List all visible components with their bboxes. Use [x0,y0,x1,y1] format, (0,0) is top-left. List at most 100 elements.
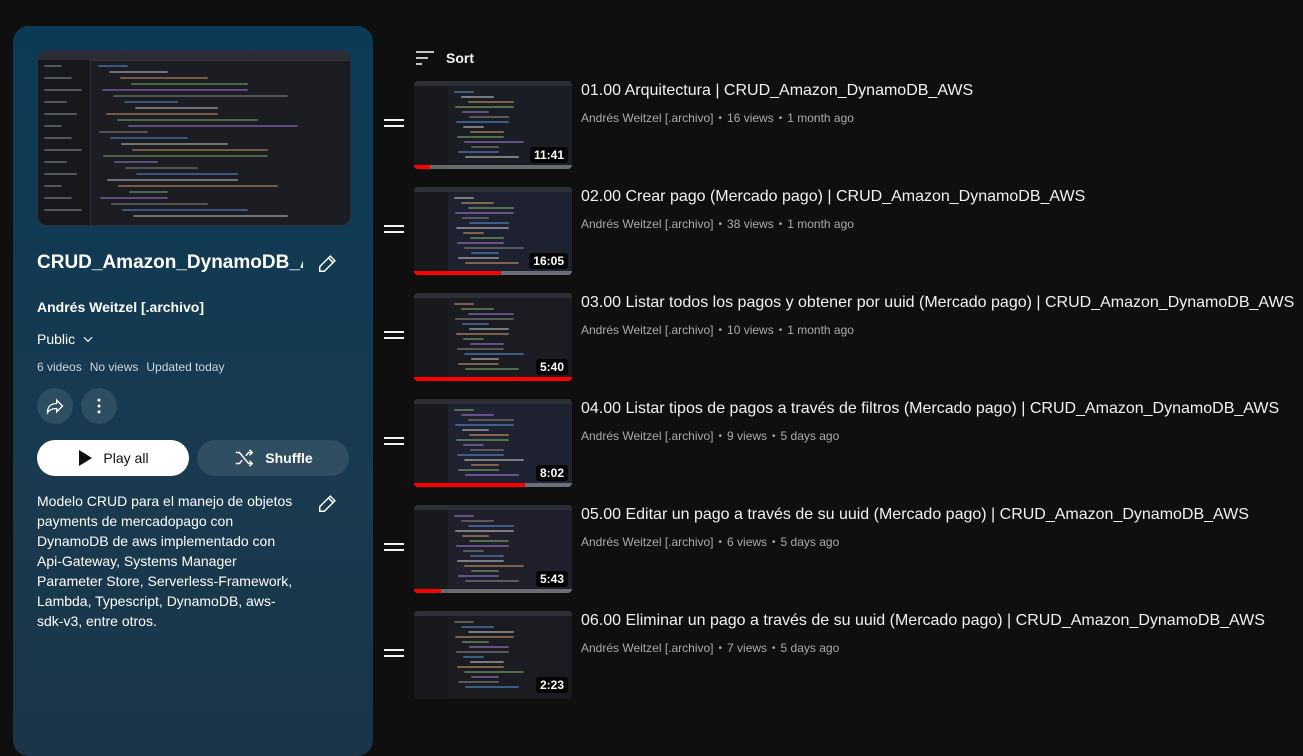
video-channel[interactable]: Andrés Weitzel [.archivo] [581,111,714,125]
thumbnail-code-line [120,77,208,79]
meta-separator: • [778,112,783,124]
thumbnail-code-line [454,91,474,93]
thumbnail-code-line [463,550,484,552]
drag-handle-icon[interactable] [384,649,404,663]
thumbnail-code-line [118,185,278,187]
thumbnail-sidebar [414,192,448,275]
thumbnail-code-line [468,313,514,315]
sort-icon [416,51,434,65]
drag-handle-icon[interactable] [384,543,404,557]
privacy-dropdown[interactable]: Public [37,331,95,347]
thumbnail-sidebar [414,404,448,487]
video-title[interactable]: 04.00 Listar tipos de pagos a través de … [581,400,1279,418]
updated-date: Updated today [146,360,225,374]
playlist-video-row[interactable]: 11:41 01.00 Arquitectura | CRUD_Amazon_D… [384,81,1294,173]
video-title[interactable]: 01.00 Arquitectura | CRUD_Amazon_DynamoD… [581,82,973,100]
thumbnail-code-line [455,212,514,214]
more-actions-button[interactable] [81,388,117,424]
video-channel[interactable]: Andrés Weitzel [.archivo] [581,429,714,443]
video-thumbnail[interactable]: 2:23 [414,611,572,699]
thumbnail-code-line [469,328,509,330]
thumbnail-code-line [470,661,504,663]
thumbnail-code-line [456,545,509,547]
playlist-video-row[interactable]: 8:02 04.00 Listar tipos de pagos a travé… [384,399,1294,491]
thumbnail-code-line [114,161,158,163]
video-age: 5 days ago [780,641,840,655]
video-title[interactable]: 02.00 Crear pago (Mercado pago) | CRUD_A… [581,188,1085,206]
thumbnail-code-line [463,338,484,340]
video-title[interactable]: 05.00 Editar un pago a través de su uuid… [581,506,1249,524]
thumbnail-code-line [457,560,504,562]
video-meta: Andrés Weitzel [.archivo] • 6 views • 5 … [581,535,839,549]
thumbnail-code-line [454,515,474,517]
thumbnail-code-line [468,419,514,421]
video-thumbnail[interactable]: 16:05 [414,187,572,275]
thumbnail-file-entry [44,113,77,115]
playlist-video-row[interactable]: 2:23 06.00 Eliminar un pago a través de … [384,611,1294,703]
video-title[interactable]: 03.00 Listar todos los pagos y obtener p… [581,294,1294,312]
thumbnail-file-entry [44,125,62,127]
edit-description-icon[interactable] [317,492,339,514]
playlist-video-row[interactable]: 16:05 02.00 Crear pago (Mercado pago) | … [384,187,1294,279]
video-thumbnail[interactable]: 5:43 [414,505,572,593]
drag-handle-icon[interactable] [384,331,404,345]
play-all-button[interactable]: Play all [37,440,189,476]
drag-handle-icon[interactable] [384,119,404,133]
video-title[interactable]: 06.00 Eliminar un pago a través de su uu… [581,612,1265,630]
playlist-owner[interactable]: Andrés Weitzel [.archivo] [37,299,204,315]
thumbnail-code-line [468,631,514,633]
drag-handle-icon[interactable] [384,437,404,451]
playlist-video-row[interactable]: 5:40 03.00 Listar todos los pagos y obte… [384,293,1294,385]
thumbnail-code-line [458,575,499,577]
video-thumbnail[interactable]: 5:40 [414,293,572,381]
thumbnail-code-line [457,666,504,668]
meta-separator: • [718,112,723,124]
sort-button[interactable]: Sort [416,50,474,66]
sort-label: Sort [446,50,474,66]
share-button[interactable] [37,388,73,424]
thumbnail-code-line [465,474,519,476]
thumbnail-file-entry [44,209,82,211]
thumbnail-code-line [471,570,499,572]
thumbnail-code-line [469,646,509,648]
thumbnail-code-line [456,651,509,653]
thumbnail-sidebar [414,510,448,593]
thumbnail-code-line [121,143,228,145]
thumbnail-code-line [462,535,489,537]
video-duration: 2:23 [535,677,568,693]
video-channel[interactable]: Andrés Weitzel [.archivo] [581,217,714,231]
video-channel[interactable]: Andrés Weitzel [.archivo] [581,323,714,337]
video-channel[interactable]: Andrés Weitzel [.archivo] [581,535,714,549]
thumbnail-code-line [132,149,268,151]
video-channel[interactable]: Andrés Weitzel [.archivo] [581,641,714,655]
video-views: 16 views [727,111,774,125]
meta-separator: • [718,642,723,654]
video-thumbnail[interactable]: 8:02 [414,399,572,487]
video-views: 9 views [727,429,768,443]
video-meta: Andrés Weitzel [.archivo] • 38 views • 1… [581,217,854,231]
thumbnail-code-line [128,125,298,127]
shuffle-button[interactable]: Shuffle [197,440,349,476]
thumbnail-file-entry [44,101,67,103]
thumbnail-code-line [464,141,524,143]
thumbnail-code-line [107,179,238,181]
thumbnail-code-line [106,113,218,115]
thumbnail-code-line [463,126,484,128]
thumbnail-code-line [470,131,504,133]
thumbnail-code-line [464,353,524,355]
playlist-video-row[interactable]: 5:43 05.00 Editar un pago a través de su… [384,505,1294,597]
shuffle-icon [236,449,254,467]
playlist-description: Modelo CRUD para el manejo de objetos pa… [37,493,293,629]
thumbnail-code-line [471,252,499,254]
thumbnail-code-line [457,136,504,138]
thumbnail-code-line [458,151,499,153]
meta-separator: • [718,536,723,548]
playlist-thumbnail[interactable] [37,50,351,226]
edit-title-icon[interactable] [317,252,339,274]
video-duration: 5:40 [535,359,568,375]
video-thumbnail[interactable]: 11:41 [414,81,572,169]
drag-handle-icon[interactable] [384,225,404,239]
thumbnail-sidebar [414,298,448,381]
thumbnail-code-line [470,449,504,451]
meta-separator: • [718,218,723,230]
